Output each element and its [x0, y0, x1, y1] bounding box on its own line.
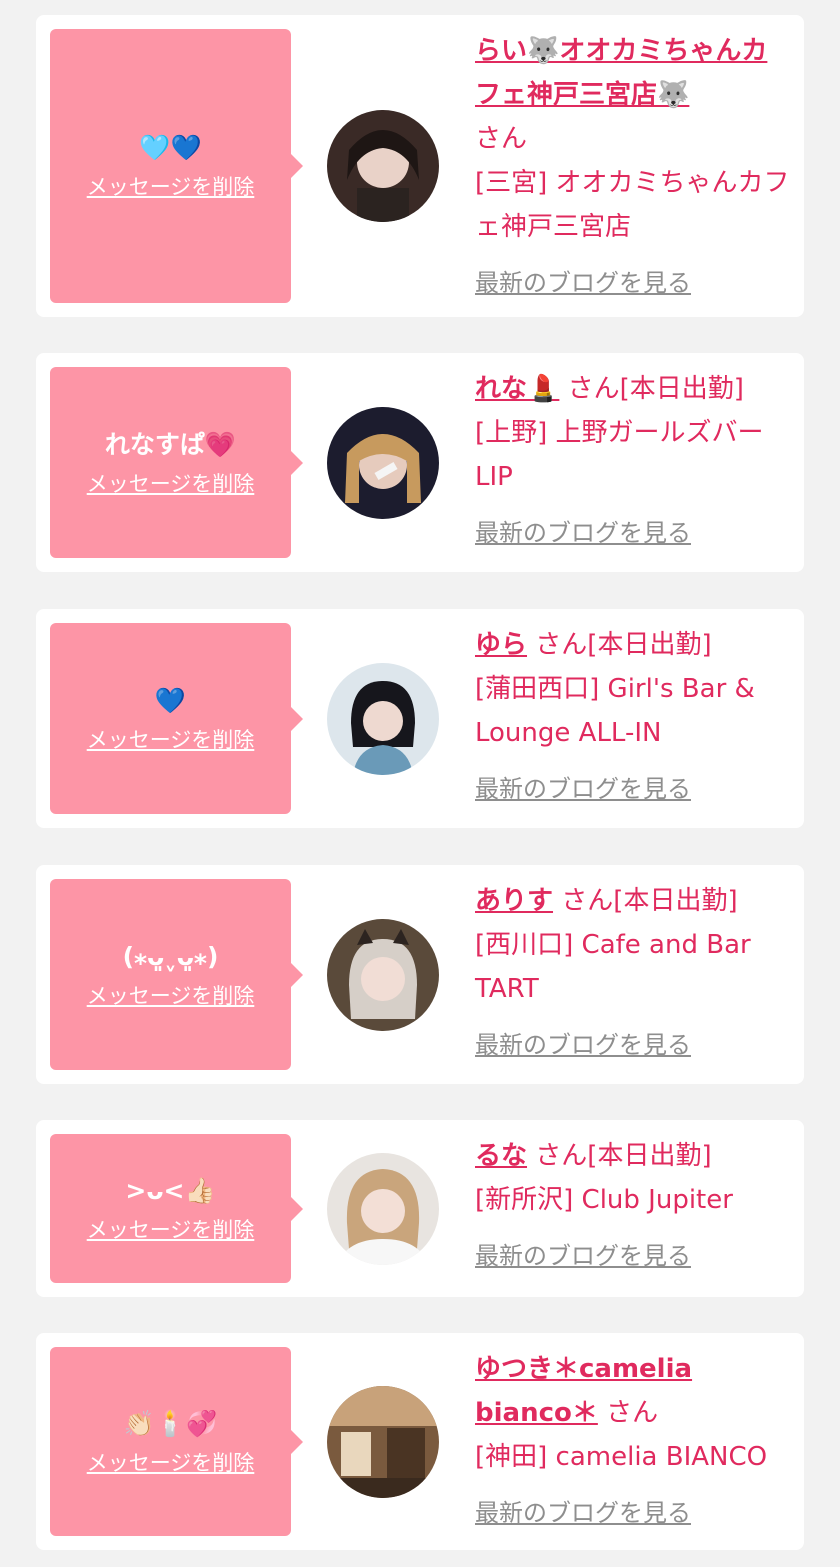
- memo-bubble: >ᴗ<👍🏻 メッセージを削除: [50, 1134, 303, 1283]
- delete-message-link[interactable]: メッセージを削除: [87, 1214, 255, 1244]
- avatar[interactable]: [327, 919, 439, 1031]
- attendance-status: [本日出勤]: [587, 630, 712, 660]
- entry-info: らい🐺オオカミちゃんカフェ神戸三宮店🐺 さん [三宮] オオカミちゃんカフェ神戸…: [475, 29, 790, 305]
- favorite-card: 👏🏻🕯️💞 メッセージを削除 ゆつき＊camelia bianco＊ さん [神…: [36, 1333, 804, 1550]
- memo-bubble: (⁎ᴗ͈ˬᴗ͈⁎) メッセージを削除: [50, 879, 303, 1070]
- delete-message-link[interactable]: メッセージを削除: [87, 468, 255, 498]
- attendance-status: [本日出勤]: [619, 374, 744, 404]
- entry-info: ゆら さん[本日出勤] [蒲田西口] Girl's Bar & Lounge A…: [475, 623, 790, 811]
- shop-name: [上野] 上野ガールズバーLIP: [475, 418, 764, 492]
- delete-message-link[interactable]: メッセージを削除: [87, 980, 255, 1010]
- honorific: さん: [475, 124, 528, 154]
- memo-text: (⁎ᴗ͈ˬᴗ͈⁎): [122, 941, 219, 971]
- attendance-status: [本日出勤]: [613, 886, 738, 916]
- memo-text: >ᴗ<👍🏻: [125, 1175, 216, 1205]
- cast-name-link[interactable]: らい🐺オオカミちゃんカフェ神戸三宮店🐺: [475, 36, 767, 110]
- memo-text: 💙: [154, 685, 187, 715]
- memo-text: 🩵💙: [139, 133, 202, 162]
- avatar[interactable]: [327, 1153, 439, 1265]
- avatar[interactable]: [327, 663, 439, 775]
- delete-message-link[interactable]: メッセージを削除: [87, 171, 255, 201]
- shop-name: [三宮] オオカミちゃんカフェ神戸三宮店: [475, 168, 790, 242]
- honorific: さん: [561, 886, 614, 916]
- honorific: さん: [535, 1141, 588, 1171]
- honorific: さん: [567, 374, 620, 404]
- cast-name-link[interactable]: ありす: [475, 886, 553, 916]
- entry-info: ありす さん[本日出勤] [西川口] Cafe and Bar TART 最新の…: [475, 879, 790, 1067]
- shop-name: [神田] camelia BIANCO: [475, 1442, 768, 1472]
- cast-name-link[interactable]: れな💄: [475, 374, 559, 404]
- entry-info: れな💄 さん[本日出勤] [上野] 上野ガールズバーLIP 最新のブログを見る: [475, 367, 790, 555]
- shop-name: [蒲田西口] Girl's Bar & Lounge ALL-IN: [475, 674, 755, 748]
- honorific: さん: [606, 1398, 659, 1428]
- latest-blog-link[interactable]: 最新のブログを見る: [475, 767, 691, 811]
- latest-blog-link[interactable]: 最新のブログを見る: [475, 1023, 691, 1067]
- avatar[interactable]: [327, 110, 439, 222]
- latest-blog-link[interactable]: 最新のブログを見る: [475, 511, 691, 555]
- cast-name-link[interactable]: ゆら: [475, 630, 527, 660]
- shop-name: [新所沢] Club Jupiter: [475, 1185, 733, 1215]
- latest-blog-link[interactable]: 最新のブログを見る: [475, 1491, 691, 1535]
- memo-bubble: 💙 メッセージを削除: [50, 623, 303, 814]
- memo-text: 👏🏻🕯️💞: [123, 1408, 218, 1438]
- favorite-card: >ᴗ<👍🏻 メッセージを削除 るな さん[本日出勤] [新所沢] Club Ju…: [36, 1120, 804, 1297]
- cast-name-link[interactable]: るな: [475, 1141, 527, 1171]
- cast-name-link[interactable]: ゆつき＊camelia bianco＊: [475, 1354, 692, 1428]
- favorite-card: れなすぱ💗 メッセージを削除 れな💄 さん[本日出勤] [上野] 上野ガールズバ…: [36, 353, 804, 572]
- attendance-status: [本日出勤]: [587, 1141, 712, 1171]
- avatar[interactable]: [327, 407, 439, 519]
- favorite-card: 🩵💙 メッセージを削除 らい🐺オオカミちゃんカフェ神戸三宮店🐺 さん [三宮] …: [36, 15, 804, 317]
- memo-bubble: 🩵💙 メッセージを削除: [50, 29, 303, 303]
- memo-text: れなすぱ💗: [104, 429, 237, 459]
- delete-message-link[interactable]: メッセージを削除: [87, 724, 255, 754]
- memo-bubble: 👏🏻🕯️💞 メッセージを削除: [50, 1347, 303, 1536]
- entry-info: るな さん[本日出勤] [新所沢] Club Jupiter 最新のブログを見る: [475, 1134, 790, 1278]
- memo-bubble: れなすぱ💗 メッセージを削除: [50, 367, 303, 558]
- favorite-card: 💙 メッセージを削除 ゆら さん[本日出勤] [蒲田西口] Girl's Bar…: [36, 609, 804, 828]
- avatar[interactable]: [327, 1386, 439, 1498]
- delete-message-link[interactable]: メッセージを削除: [87, 1447, 255, 1477]
- latest-blog-link[interactable]: 最新のブログを見る: [475, 261, 691, 305]
- shop-name: [西川口] Cafe and Bar TART: [475, 930, 751, 1004]
- latest-blog-link[interactable]: 最新のブログを見る: [475, 1234, 691, 1278]
- honorific: さん: [535, 630, 588, 660]
- entry-info: ゆつき＊camelia bianco＊ さん [神田] camelia BIAN…: [475, 1347, 790, 1535]
- favorite-card: (⁎ᴗ͈ˬᴗ͈⁎) メッセージを削除 ありす さん[本日出勤] [西川口] Ca…: [36, 865, 804, 1084]
